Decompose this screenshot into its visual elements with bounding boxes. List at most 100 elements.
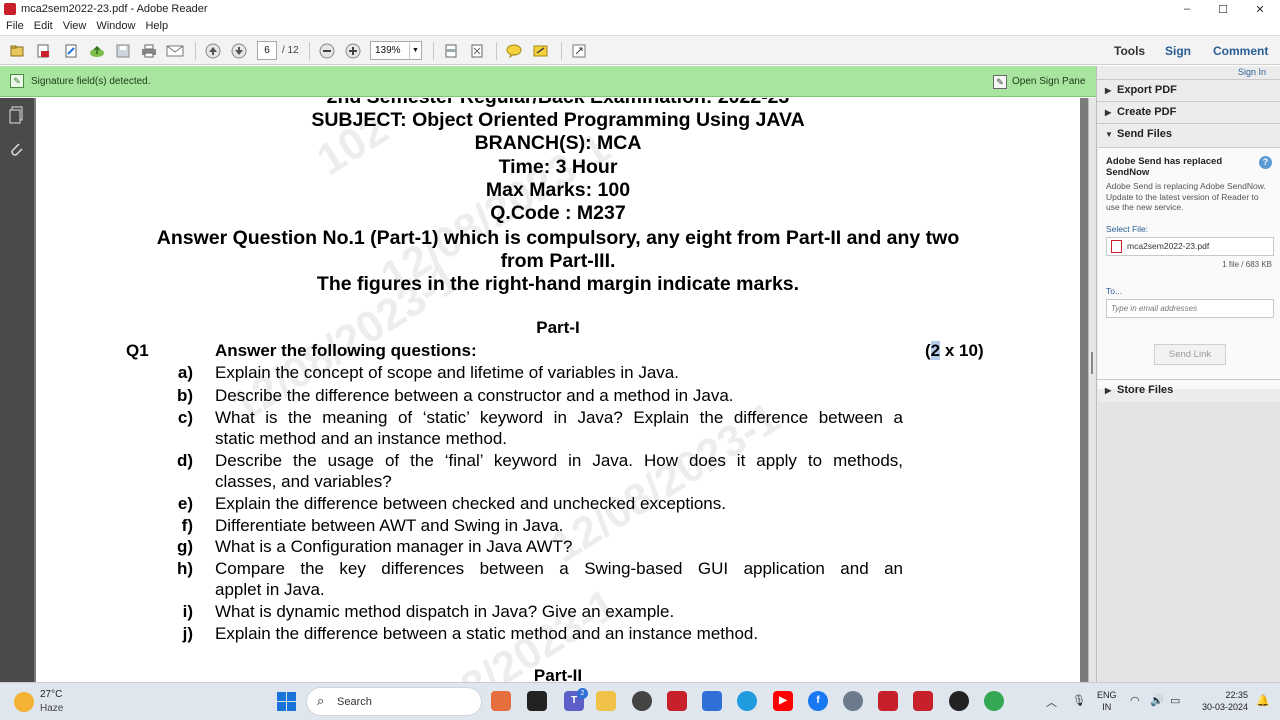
toolbar: 6 / 12 139% ▼ Tools Sign Comment [0, 35, 1280, 65]
adobe-reader-icon [4, 3, 16, 15]
adobe-reader-taskbar-icon[interactable] [913, 691, 933, 711]
language-indicator[interactable]: ENG IN [1097, 689, 1117, 713]
selected-file-name: mca2sem2022-23.pdf [1127, 241, 1210, 251]
send-link-button[interactable]: Send Link [1154, 344, 1226, 365]
zoom-out-icon[interactable] [318, 42, 336, 60]
print-icon[interactable] [140, 42, 158, 60]
question-text: Explain the concept of scope and lifetim… [215, 363, 679, 382]
menu-help[interactable]: Help [145, 20, 168, 32]
menu-view[interactable]: View [63, 20, 87, 32]
email-input[interactable]: Type in email addresses [1106, 299, 1274, 318]
question-text-continued: classes, and variables? [215, 472, 392, 491]
highlight-icon[interactable] [532, 42, 550, 60]
comment-bubble-icon[interactable] [505, 42, 523, 60]
youtube-icon[interactable]: ▶ [773, 691, 793, 711]
store-icon[interactable] [702, 691, 722, 711]
q1-marks: (2 x 10) [925, 341, 984, 361]
menu-file[interactable]: File [6, 20, 24, 32]
wifi-icon[interactable]: ◠ [1130, 694, 1140, 707]
mcafee-security-icon[interactable] [878, 691, 898, 711]
microphone-icon[interactable]: 🎙 [1072, 694, 1086, 707]
file-explorer-icon[interactable] [596, 691, 616, 711]
chrome-icon[interactable] [984, 691, 1004, 711]
maximize-button[interactable]: ☐ [1205, 0, 1241, 18]
page-number-input[interactable]: 6 [257, 41, 277, 60]
section-export-pdf[interactable]: ▶ Export PDF [1097, 79, 1280, 100]
volume-icon[interactable]: 🔊 [1150, 694, 1164, 707]
region-code: IN [1102, 702, 1112, 712]
fit-width-icon[interactable] [468, 42, 486, 60]
notifications-bell-icon[interactable]: 🔔 [1256, 694, 1270, 707]
system-clock[interactable]: 22:35 30-03-2024 [1192, 689, 1248, 713]
branch-heading: BRANCH(S): MCA [474, 132, 642, 154]
exam-header: 2nd Semester Regular/Back Examination: 2… [36, 98, 1080, 109]
document-viewport[interactable]: 102 12/08/2023-1 12/08/2023-1 12/08/2023… [34, 98, 1088, 682]
next-page-icon[interactable] [230, 42, 248, 60]
title-bar: mca2sem2022-23.pdf - Adobe Reader – ☐ ✕ [0, 0, 1280, 18]
section-send-files[interactable]: ▼ Send Files [1097, 123, 1280, 144]
facebook-icon[interactable]: f [808, 691, 828, 711]
help-icon[interactable]: ? [1259, 156, 1272, 169]
pane-splitter[interactable] [1088, 98, 1096, 682]
edge-icon[interactable] [737, 691, 757, 711]
selected-file-field[interactable]: mca2sem2022-23.pdf [1106, 237, 1274, 256]
section-label: Create PDF [1117, 106, 1177, 118]
tab-comment[interactable]: Comment [1213, 44, 1268, 58]
section-label: Send Files [1117, 128, 1173, 140]
question-label: i) [182, 602, 193, 621]
battery-icon[interactable]: ▭ [1170, 694, 1180, 707]
menu-window[interactable]: Window [96, 20, 135, 32]
menu-edit[interactable]: Edit [34, 20, 53, 32]
save-icon[interactable] [114, 42, 132, 60]
expand-icon[interactable] [570, 42, 588, 60]
chevron-down-icon[interactable]: ▼ [409, 42, 421, 59]
create-pdf-icon[interactable] [34, 42, 52, 60]
splitter-grip[interactable] [1091, 352, 1093, 374]
max-marks-heading: Max Marks: 100 [485, 179, 631, 201]
dell-icon[interactable] [632, 691, 652, 711]
pdf-file-icon [1111, 240, 1122, 253]
select-file-label: Select File: [1106, 224, 1149, 234]
taskbar-search[interactable]: ⌕ Search [306, 687, 482, 716]
settings-gear-icon[interactable] [843, 691, 863, 711]
close-button[interactable]: ✕ [1242, 0, 1278, 18]
question-text-continued: static method and an instance method. [215, 429, 508, 448]
tab-sign[interactable]: Sign [1165, 44, 1191, 58]
show-hidden-icons-chevron-up-icon[interactable]: ︿ [1046, 694, 1057, 710]
minimize-button[interactable]: – [1169, 0, 1205, 18]
chevron-right-icon: ▶ [1105, 386, 1112, 395]
selected-text[interactable]: 2 [930, 341, 941, 360]
attachment-icon[interactable] [7, 140, 25, 160]
page-thumbnails-icon[interactable] [7, 106, 25, 126]
task-view-icon[interactable] [527, 691, 547, 711]
edit-icon[interactable] [62, 42, 80, 60]
fit-page-icon[interactable] [442, 42, 460, 60]
instruction-line-2: from Part-III. [500, 250, 616, 272]
question-text: Explain the difference between checked a… [215, 494, 726, 513]
question-text: Explain the difference between a static … [215, 624, 759, 643]
media-player-icon[interactable] [949, 691, 969, 711]
clock-date: 30-03-2024 [1201, 702, 1248, 712]
zoom-in-icon[interactable] [344, 42, 362, 60]
start-button[interactable] [277, 692, 296, 711]
copilot-icon[interactable] [491, 691, 511, 711]
question-label: d) [176, 451, 193, 470]
upload-cloud-icon[interactable] [88, 42, 106, 60]
question-label: j) [182, 624, 193, 643]
chevron-right-icon: ▶ [1105, 108, 1112, 117]
toolbar-divider [561, 42, 562, 60]
previous-page-icon[interactable] [204, 42, 222, 60]
open-sign-pane-button[interactable]: ✎ Open Sign Pane [993, 73, 1085, 90]
email-icon[interactable] [166, 42, 184, 60]
signin-link[interactable]: Sign In [1238, 67, 1266, 77]
open-icon[interactable] [8, 42, 26, 60]
tab-tools[interactable]: Tools [1114, 44, 1145, 58]
q1-prompt: Answer the following questions: [215, 341, 477, 360]
section-create-pdf[interactable]: ▶ Create PDF [1097, 101, 1280, 122]
section-store-files[interactable]: ▶ Store Files [1097, 379, 1280, 400]
part2-title: Part-II [533, 666, 583, 682]
mcafee-icon[interactable] [667, 691, 687, 711]
file-count: 1 file / 683 KB [1222, 260, 1272, 269]
weather-haze-icon[interactable] [14, 692, 34, 712]
zoom-level-select[interactable]: 139% ▼ [370, 41, 422, 60]
